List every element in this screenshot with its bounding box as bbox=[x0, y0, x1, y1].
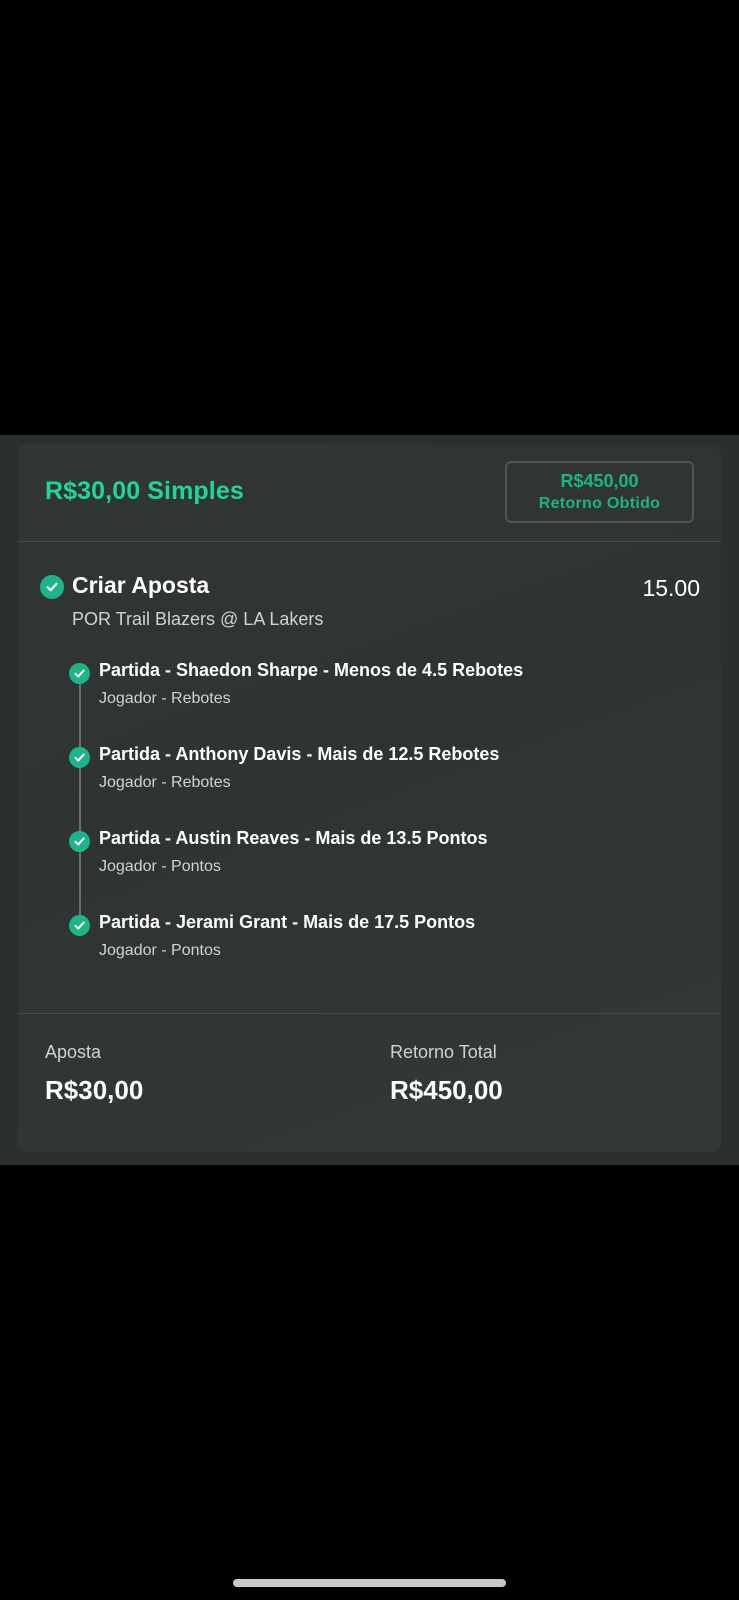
check-circle-icon bbox=[69, 831, 90, 852]
list-item: Partida - Jerami Grant - Mais de 17.5 Po… bbox=[18, 906, 721, 966]
home-indicator[interactable] bbox=[233, 1579, 506, 1587]
return-obtained-badge: R$450,00 Retorno Obtido bbox=[505, 461, 694, 523]
check-circle-icon bbox=[69, 747, 90, 768]
bet-card-header: R$30,00 Simples R$450,00 Retorno Obtido bbox=[18, 444, 721, 542]
leg-market: Jogador - Rebotes bbox=[99, 774, 231, 791]
leg-title: Partida - Austin Reaves - Mais de 13.5 P… bbox=[99, 828, 488, 848]
screen: R$30,00 Simples R$450,00 Retorno Obtido … bbox=[0, 0, 739, 1600]
bet-event: POR Trail Blazers @ LA Lakers bbox=[72, 609, 324, 629]
stake-type-title: R$30,00 Simples bbox=[45, 477, 244, 505]
list-item: Partida - Anthony Davis - Mais de 12.5 R… bbox=[18, 738, 721, 798]
bet-band: R$30,00 Simples R$450,00 Retorno Obtido … bbox=[0, 435, 739, 1165]
leg-market: Jogador - Rebotes bbox=[99, 690, 231, 707]
leg-market: Jogador - Pontos bbox=[99, 942, 221, 959]
stake-label: Aposta bbox=[45, 1042, 102, 1062]
total-return-summary: Retorno Total R$450,00 bbox=[390, 1042, 503, 1106]
return-obtained-amount: R$450,00 bbox=[560, 471, 639, 491]
leg-title: Partida - Shaedon Sharpe - Menos de 4.5 … bbox=[99, 660, 524, 680]
bet-card-footer: Aposta R$30,00 Retorno Total R$450,00 bbox=[18, 1013, 721, 1152]
return-obtained-label: Retorno Obtido bbox=[538, 495, 661, 512]
total-return-label: Retorno Total bbox=[390, 1042, 497, 1062]
check-circle-icon bbox=[40, 575, 64, 599]
check-circle-icon bbox=[69, 915, 90, 936]
bet-card[interactable]: R$30,00 Simples R$450,00 Retorno Obtido … bbox=[18, 444, 721, 1152]
leg-market: Jogador - Pontos bbox=[99, 858, 221, 875]
list-item: Partida - Austin Reaves - Mais de 13.5 P… bbox=[18, 822, 721, 882]
bet-builder-row: Criar Aposta 15.00 bbox=[40, 572, 700, 612]
bet-title: Criar Aposta bbox=[72, 572, 210, 598]
total-return-value: R$450,00 bbox=[390, 1075, 503, 1105]
list-item: Partida - Shaedon Sharpe - Menos de 4.5 … bbox=[18, 654, 721, 714]
leg-title: Partida - Jerami Grant - Mais de 17.5 Po… bbox=[99, 912, 476, 932]
bet-odds: 15.00 bbox=[642, 575, 700, 601]
check-circle-icon bbox=[69, 663, 90, 684]
stake-value: R$30,00 bbox=[45, 1075, 144, 1105]
leg-title: Partida - Anthony Davis - Mais de 12.5 R… bbox=[99, 744, 500, 764]
stake-summary: Aposta R$30,00 bbox=[45, 1042, 143, 1106]
